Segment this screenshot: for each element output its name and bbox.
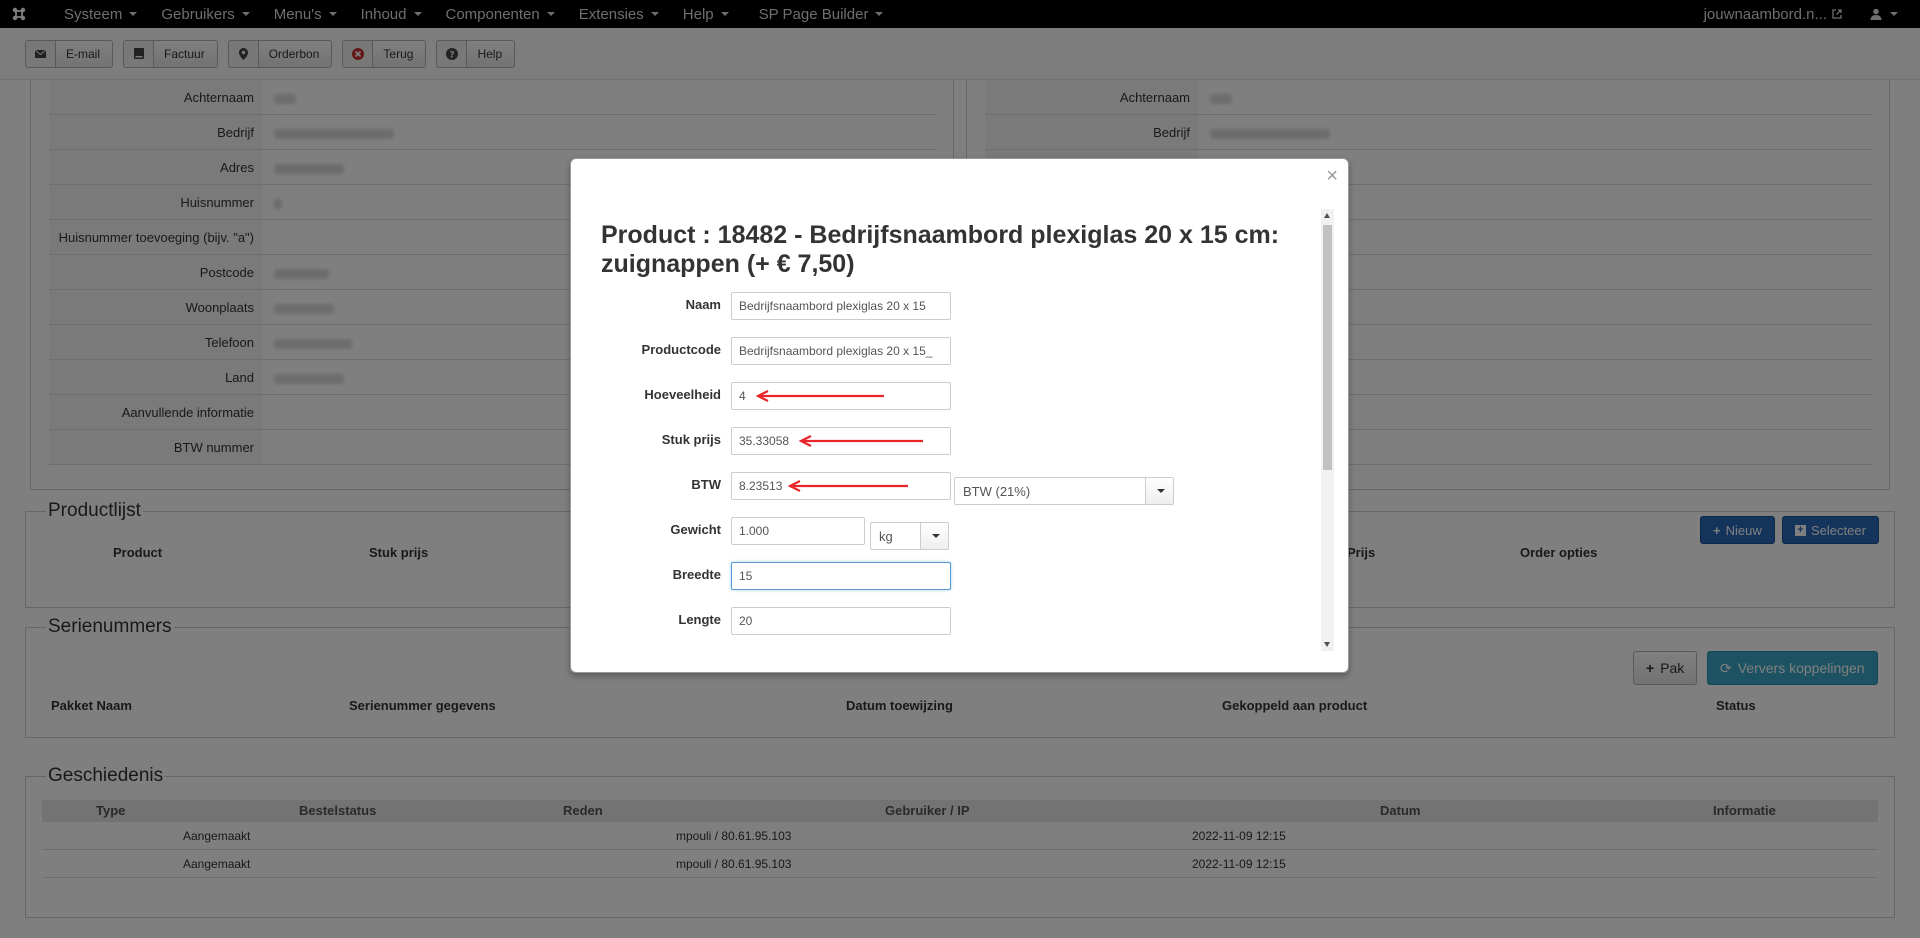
annotation-arrow	[799, 435, 923, 447]
scroll-up-icon[interactable]	[1324, 213, 1330, 218]
naam-input[interactable]	[731, 292, 951, 320]
breedte-label: Breedte	[672, 567, 721, 582]
hoeveelheid-label: Hoeveelheid	[644, 387, 721, 402]
productcode-input[interactable]	[731, 337, 951, 365]
gewicht-input[interactable]	[731, 517, 865, 545]
breedte-input[interactable]	[731, 562, 951, 590]
btw-label: BTW	[691, 477, 721, 492]
gewicht-label: Gewicht	[670, 522, 721, 537]
productcode-label: Productcode	[641, 342, 721, 357]
annotation-arrow	[788, 480, 908, 492]
caret-down-icon	[920, 523, 948, 549]
modal-scrollbar[interactable]	[1321, 209, 1334, 651]
lengte-label: Lengte	[678, 612, 721, 627]
product-edit-modal: × Product : 18482 - Bedrijfsnaambord ple…	[570, 158, 1349, 673]
caret-down-icon	[1145, 478, 1173, 504]
btw-rate-select[interactable]: BTW (21%)	[954, 477, 1174, 505]
annotation-arrow	[756, 390, 884, 402]
weight-unit-select[interactable]: kg	[870, 522, 949, 550]
close-icon[interactable]: ×	[1326, 165, 1338, 188]
scroll-down-icon[interactable]	[1324, 642, 1330, 647]
lengte-input[interactable]	[731, 607, 951, 635]
naam-label: Naam	[685, 297, 721, 312]
scrollbar-thumb[interactable]	[1323, 225, 1332, 470]
stukprijs-label: Stuk prijs	[661, 432, 721, 447]
modal-title: Product : 18482 - Bedrijfsnaambord plexi…	[601, 221, 1280, 278]
